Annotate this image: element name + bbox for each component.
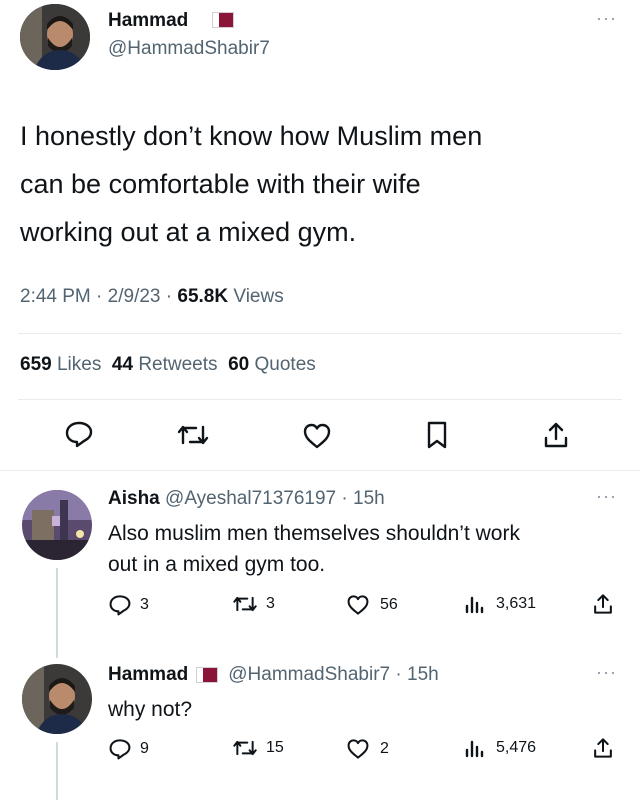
tweet-meta: 2:44 PM · 2/9/23 · 65.8K Views [20, 286, 284, 307]
tweet-time[interactable]: 2:44 PM [20, 286, 91, 307]
bookmark-icon[interactable] [424, 420, 450, 450]
reply-author-avatar[interactable] [22, 490, 92, 560]
reply-author-avatar[interactable] [22, 664, 92, 734]
reply-header: Hammad @HammadShabir7 · 15h [108, 664, 439, 686]
share-icon[interactable] [592, 736, 614, 760]
reply-header: Aisha @Ayeshal71376197 · 15h [108, 488, 385, 509]
tweet-text-line: I honestly don’t know how Muslim men [20, 121, 483, 151]
main-author-handle[interactable]: @HammadShabir7 [108, 38, 270, 60]
retweet-count[interactable]: 15 [232, 738, 284, 758]
main-author-name[interactable]: Hammad [108, 10, 188, 32]
views-icon [464, 594, 486, 614]
reply-author-handle[interactable]: @HammadShabir7 [228, 664, 390, 686]
like-icon [346, 594, 370, 616]
reply-age[interactable]: 15h [407, 664, 439, 686]
reply-text-line: why not? [108, 698, 193, 721]
reply-author-handle[interactable]: @Ayeshal71376197 [165, 488, 336, 509]
retweets-stat[interactable]: 44 Retweets [112, 354, 218, 375]
main-author-avatar[interactable] [20, 4, 90, 70]
engagement-stats: 659 Likes 44 Retweets 60 Quotes [20, 354, 316, 376]
divider [18, 399, 622, 400]
more-icon[interactable]: ··· [596, 8, 617, 29]
tweet-text-line: can be comfortable with their wife [20, 169, 421, 199]
share-icon[interactable] [592, 592, 614, 616]
divider [0, 470, 640, 471]
like-count[interactable]: 56 [346, 594, 398, 616]
reply-author-name[interactable]: Aisha [108, 488, 160, 509]
reply-age[interactable]: 15h [353, 488, 385, 509]
more-icon[interactable]: ··· [596, 486, 617, 507]
share-icon[interactable] [542, 420, 570, 450]
reply-icon [108, 738, 132, 760]
divider [18, 333, 622, 334]
like-count[interactable]: 2 [346, 738, 389, 760]
retweet-icon [232, 738, 258, 758]
reply-count[interactable]: 3 [108, 594, 149, 616]
views-label: Views [233, 286, 284, 307]
retweet-icon[interactable] [176, 422, 210, 448]
qatar-flag-icon [212, 12, 234, 28]
tweet-text: I honestly don’t know how Muslim men can… [20, 112, 482, 256]
qatar-flag-icon [196, 667, 219, 683]
like-icon[interactable] [302, 422, 332, 450]
retweet-count[interactable]: 3 [232, 594, 275, 614]
reply-text: why not? [108, 694, 192, 725]
reply-text-line: out in a mixed gym too. [108, 553, 326, 576]
views-count: 65.8K [177, 286, 229, 307]
more-icon[interactable]: ··· [596, 662, 617, 683]
tweet-date[interactable]: 2/9/23 [108, 286, 161, 307]
reply-text-line: Also muslim men themselves shouldn’t wor… [108, 522, 520, 545]
tweet-text-line: working out at a mixed gym. [20, 217, 357, 247]
reply-count[interactable]: 9 [108, 738, 149, 760]
reply-author-name[interactable]: Hammad [108, 664, 188, 686]
reply-icon[interactable] [64, 420, 94, 448]
retweet-icon [232, 594, 258, 614]
thread-line [56, 568, 58, 658]
like-icon [346, 738, 370, 760]
view-count[interactable]: 5,476 [464, 738, 536, 758]
likes-stat[interactable]: 659 Likes [20, 354, 101, 375]
reply-icon [108, 594, 132, 616]
reply-text: Also muslim men themselves shouldn’t wor… [108, 518, 520, 580]
views-icon [464, 738, 486, 758]
view-count[interactable]: 3,631 [464, 594, 536, 614]
quotes-stat[interactable]: 60 Quotes [228, 354, 316, 375]
thread-line [56, 742, 58, 800]
